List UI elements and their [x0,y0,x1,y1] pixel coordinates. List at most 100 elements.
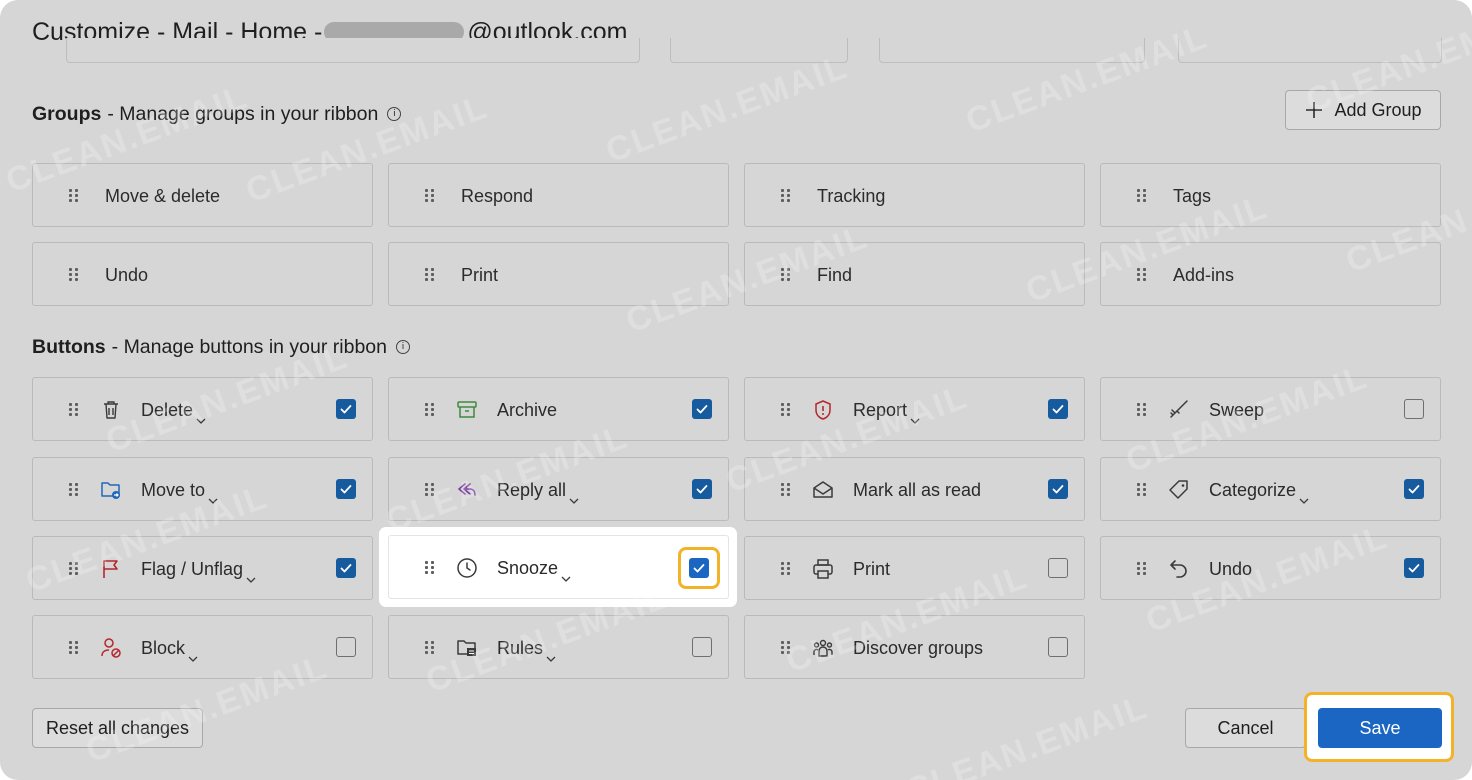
buttons-section-title: Buttons - Manage buttons in your ribbon … [32,333,410,361]
people-group-icon [811,636,835,660]
button-checkbox[interactable] [336,637,356,657]
ribbon-button-card[interactable]: Mark all as read [744,457,1085,521]
ribbon-button-card[interactable]: Sweep [1100,377,1441,441]
button-checkbox[interactable] [1404,399,1424,419]
folder-rules-icon [455,636,479,660]
group-card[interactable]: Add-ins [1100,242,1441,306]
button-checkbox[interactable] [692,637,712,657]
drag-handle-icon[interactable] [69,483,79,497]
button-label: Flag / Unflag [141,557,256,584]
buttons-title-rest: - Manage buttons in your ribbon [111,335,387,358]
drag-handle-icon[interactable] [781,483,791,497]
chevron-down-icon [246,566,256,584]
reset-all-changes-button[interactable]: Reset all changes [32,708,203,748]
group-card[interactable]: Undo [32,242,373,306]
drag-handle-icon[interactable] [69,268,79,282]
button-checkbox[interactable] [1404,558,1424,578]
drag-handle-icon[interactable] [425,403,435,417]
button-label-text: Undo [1209,559,1253,579]
drag-handle-icon[interactable] [69,562,79,576]
scrolled-row-stub [1178,38,1442,63]
add-group-button[interactable]: Add Group [1285,90,1441,130]
group-card[interactable]: Move & delete [32,163,373,227]
ribbon-button-card[interactable]: Snooze [388,535,729,599]
drag-handle-icon[interactable] [69,403,79,417]
group-card[interactable]: Print [388,242,729,306]
ribbon-button-card[interactable]: Undo [1100,536,1441,600]
ribbon-button-card[interactable]: Flag / Unflag [32,536,373,600]
cancel-button[interactable]: Cancel [1185,708,1306,748]
group-card[interactable]: Tracking [744,163,1085,227]
drag-handle-icon[interactable] [781,562,791,576]
button-checkbox[interactable] [692,399,712,419]
add-group-label: Add Group [1334,99,1422,120]
button-label-text: Categorize [1209,480,1297,500]
save-button[interactable]: Save [1318,708,1442,748]
drag-handle-icon[interactable] [1137,189,1147,203]
scrolled-row-stub [66,38,640,63]
drag-handle-icon[interactable] [425,189,435,203]
button-label-text: Print [853,559,891,579]
button-label: Rules [497,636,556,663]
button-checkbox[interactable] [336,479,356,499]
shield-alert-icon [811,398,835,422]
drag-handle-icon[interactable] [781,268,791,282]
button-checkbox[interactable] [1048,637,1068,657]
drag-handle-icon[interactable] [1137,483,1147,497]
drag-handle-icon[interactable] [1137,562,1147,576]
scrolled-row-stub [670,38,848,63]
button-label-text: Move to [141,480,206,500]
drag-handle-icon[interactable] [781,403,791,417]
drag-handle-icon[interactable] [781,641,791,655]
group-card[interactable]: Tags [1100,163,1441,227]
drag-handle-icon[interactable] [1137,403,1147,417]
button-checkbox[interactable] [689,558,709,578]
drag-handle-icon[interactable] [425,483,435,497]
button-checkbox[interactable] [336,399,356,419]
button-checkbox[interactable] [1404,479,1424,499]
ribbon-button-card[interactable]: Rules [388,615,729,679]
button-checkbox[interactable] [1048,399,1068,419]
drag-handle-icon[interactable] [425,561,435,575]
button-checkbox[interactable] [1048,479,1068,499]
reply-all-icon [455,478,479,502]
info-icon[interactable]: i [387,107,402,121]
drag-handle-icon[interactable] [1137,268,1147,282]
group-card[interactable]: Respond [388,163,729,227]
button-checkbox[interactable] [692,479,712,499]
groups-title-rest: - Manage groups in your ribbon [107,102,379,125]
ribbon-button-card[interactable]: Block [32,615,373,679]
chevron-down-icon [208,487,218,505]
chevron-down-icon [188,645,198,663]
ribbon-button-card[interactable]: Print [744,536,1085,600]
cancel-label: Cancel [1217,717,1274,738]
drag-handle-icon[interactable] [69,189,79,203]
folder-move-icon [99,478,123,502]
group-card[interactable]: Find [744,242,1085,306]
ribbon-button-card[interactable]: Move to [32,457,373,521]
ribbon-button-card[interactable]: Reply all [388,457,729,521]
undo-icon [1167,557,1191,581]
button-checkbox[interactable] [1048,558,1068,578]
ribbon-button-card[interactable]: Report [744,377,1085,441]
ribbon-button-card[interactable]: Delete [32,377,373,441]
block-user-icon [99,636,123,660]
reset-label: Reset all changes [45,717,190,738]
ribbon-button-card[interactable]: Discover groups [744,615,1085,679]
trash-icon [99,398,123,422]
chevron-down-icon [569,487,579,505]
ribbon-button-card[interactable]: Categorize [1100,457,1441,521]
button-label: Undo [1209,557,1252,581]
drag-handle-icon[interactable] [69,641,79,655]
drag-handle-icon[interactable] [425,641,435,655]
drag-handle-icon[interactable] [781,189,791,203]
info-icon[interactable]: i [396,340,410,354]
button-label-text: Sweep [1209,400,1265,420]
button-label: Reply all [497,478,579,505]
button-label: Mark all as read [853,478,981,502]
drag-handle-icon[interactable] [425,268,435,282]
ribbon-button-card[interactable]: Archive [388,377,729,441]
button-checkbox[interactable] [336,558,356,578]
customize-dialog: Customize - Mail - Home - @outlook.com G… [0,0,1472,780]
group-label: Tracking [817,186,886,206]
